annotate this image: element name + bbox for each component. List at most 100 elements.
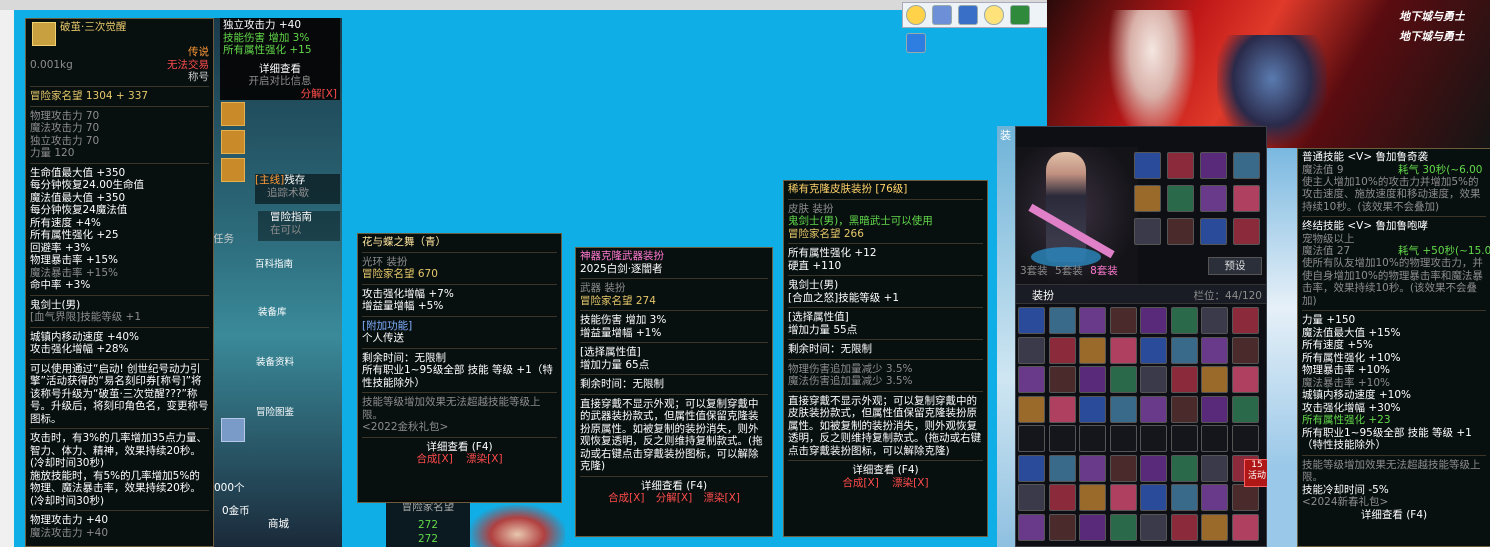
inventory-slot[interactable] [1170,425,1198,452]
inventory-slot[interactable] [1201,307,1228,334]
side-icon-1[interactable] [221,102,245,126]
equip-slot[interactable] [1167,218,1194,245]
equip-slot[interactable] [1200,185,1227,212]
inventory-slot[interactable] [1140,513,1167,541]
equip-slot[interactable] [1134,185,1161,212]
inventory-slot[interactable] [1140,454,1167,482]
inventory-slot[interactable] [1170,366,1198,393]
weapon-synth[interactable]: 合成[X] [608,492,644,504]
guide-box[interactable]: 冒险指南 在可以 [258,211,340,241]
shop-button[interactable]: 商城 [268,516,289,531]
inventory-slot[interactable] [1048,513,1076,541]
inventory-slot[interactable] [1079,425,1106,452]
preset-button[interactable]: 预设 [1208,257,1262,275]
equip-slot[interactable] [1200,152,1227,179]
skin-synth[interactable]: 合成[X] [842,477,878,489]
inventory-slot[interactable] [1018,366,1045,393]
inventory-slot[interactable] [1109,484,1137,511]
inventory-slot[interactable] [1170,395,1198,423]
skin-dye[interactable]: 漂染[X] [892,477,928,489]
menu-codex[interactable]: 冒险图鉴 [256,404,294,418]
inventory-slot[interactable] [1201,395,1228,423]
side-icon-4[interactable] [221,418,245,442]
inventory-slot[interactable] [1109,307,1137,334]
inventory-slot[interactable] [1170,307,1198,334]
monitor-icon[interactable] [958,5,978,25]
pin-icon[interactable] [906,33,926,53]
inventory-slot[interactable] [1201,484,1228,511]
inventory-slot[interactable] [1201,513,1228,541]
compare-detail[interactable]: 详细查看 [223,63,337,76]
equip-slot[interactable] [1233,185,1260,212]
inventory-slot[interactable] [1231,395,1259,423]
weapon-dye[interactable]: 漂染[X] [704,492,740,504]
tab-costume[interactable]: 装扮 [1032,287,1054,303]
equip-slot[interactable] [1167,185,1194,212]
inventory-slot[interactable] [1048,307,1076,334]
inventory-slot[interactable] [1018,454,1045,482]
inventory-slot[interactable] [1018,484,1045,511]
equip-slot[interactable] [1233,152,1260,179]
inventory-slot[interactable] [1201,454,1228,482]
inventory-slot[interactable] [1140,395,1167,423]
pet-detail[interactable]: 详细查看 (F4) [1302,509,1486,522]
inventory-slot[interactable] [1109,395,1137,423]
equip-slot[interactable] [1167,152,1194,179]
inventory-slot[interactable] [1140,336,1167,364]
emoji-icon[interactable] [906,5,926,25]
inventory-slot[interactable] [1018,425,1045,452]
inventory-slot[interactable] [1231,513,1259,541]
inventory-slot[interactable] [1079,307,1106,334]
inventory-slot[interactable] [1140,425,1167,452]
inventory-slot[interactable] [1109,425,1137,452]
inventory-slot[interactable] [1079,513,1106,541]
save-icon[interactable] [932,5,952,25]
inventory-slot[interactable] [1079,454,1106,482]
inventory-slot[interactable] [1048,395,1076,423]
aura-synth[interactable]: 合成[X] [416,453,452,465]
inventory-slot[interactable] [1201,425,1228,452]
inventory-slot[interactable] [1201,366,1228,393]
quest-tracker[interactable]: [主线]残存 追踪术歇 [255,174,340,204]
equip-slot[interactable] [1200,218,1227,245]
menu-equip-data[interactable]: 装备资料 [256,354,294,368]
inventory-slot[interactable] [1109,513,1137,541]
inventory-slot[interactable] [1231,484,1259,511]
inventory-slot[interactable] [1048,336,1076,364]
compare-decompose[interactable]: 分解[X] [223,88,337,101]
inventory-slot[interactable] [1170,513,1198,541]
inventory-slot[interactable] [1170,484,1198,511]
inventory-slot[interactable] [1048,454,1076,482]
inventory-slot[interactable] [1170,336,1198,364]
skin-detail[interactable]: 详细查看 (F4) [788,464,983,477]
inventory-slot[interactable] [1048,484,1076,511]
inventory-slot[interactable] [1079,336,1106,364]
inventory-slot[interactable] [1231,336,1259,364]
side-icon-2[interactable] [221,130,245,154]
image-icon[interactable] [1010,5,1030,25]
aura-detail[interactable]: 详细查看 (F4) [362,441,557,454]
equip-slot[interactable] [1233,218,1260,245]
inventory-slot[interactable] [1079,484,1106,511]
inventory-slot[interactable] [1048,366,1076,393]
inventory-slot[interactable] [1079,366,1106,393]
inventory-slot[interactable] [1201,336,1228,364]
inventory-slot[interactable] [1018,336,1045,364]
inventory-slot[interactable] [1231,425,1259,452]
inventory-slot[interactable] [1170,454,1198,482]
task-tab[interactable]: 任务 [213,231,234,246]
inventory-slot[interactable] [1109,336,1137,364]
inventory-slot[interactable] [1109,454,1137,482]
chat-icon[interactable] [984,5,1004,25]
inventory-slot[interactable] [1048,425,1076,452]
inventory-slot[interactable] [1140,307,1167,334]
menu-wiki[interactable]: 百科指南 [255,256,293,270]
inventory-slot[interactable] [1109,366,1137,393]
aura-dye[interactable]: 漂染[X] [466,453,502,465]
equip-slot[interactable] [1134,152,1161,179]
equip-slot[interactable] [1134,218,1161,245]
inventory-slot[interactable] [1018,307,1045,334]
inventory-slot[interactable] [1079,395,1106,423]
inventory-slot[interactable] [1018,513,1045,541]
weapon-detail[interactable]: 详细查看 (F4) [580,480,768,493]
